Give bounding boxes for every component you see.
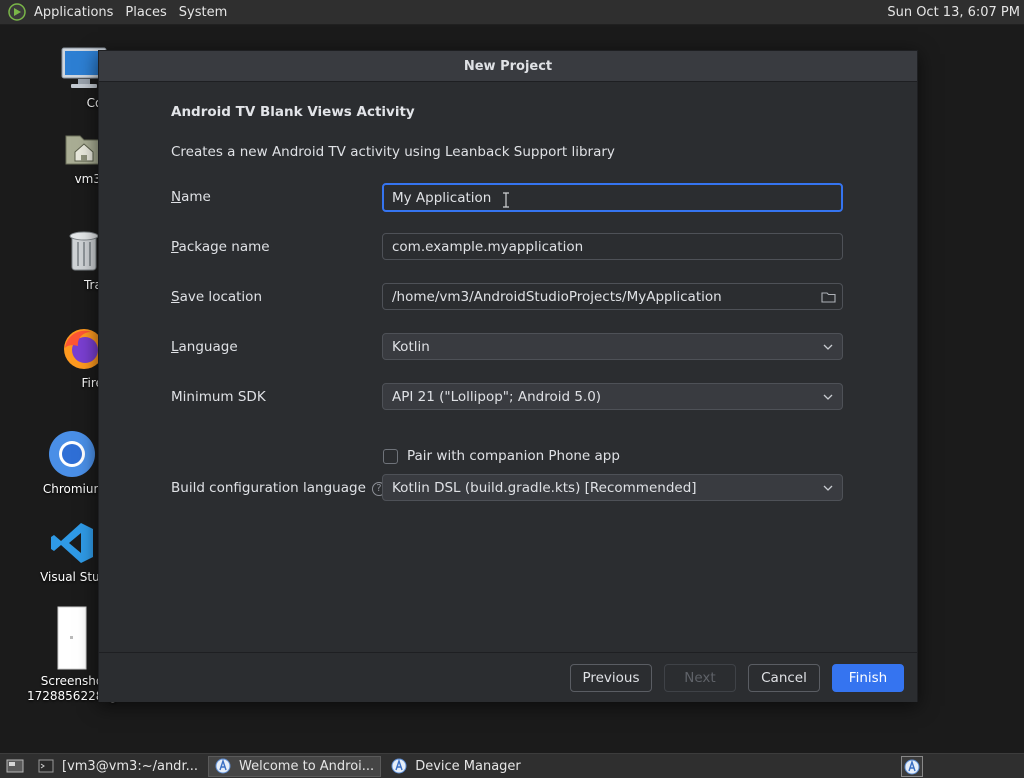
name-field[interactable]: My Application [382, 183, 843, 212]
next-button[interactable]: Next [664, 664, 736, 692]
taskbar-item-label: Device Manager [415, 758, 521, 774]
taskbar-item-device-manager[interactable]: Device Manager [385, 756, 527, 777]
folder-icon [820, 291, 836, 303]
activity-description: Creates a new Android TV activity using … [171, 144, 615, 160]
taskbar: [vm3@vm3:~/andr... Welcome to Androi... … [0, 753, 1024, 778]
desktop-icon-label-part: 1728856228 [27, 689, 104, 703]
dialog-body: Android TV Blank Views Activity Creates … [99, 82, 917, 652]
package-name-value: com.example.myapplication [392, 238, 584, 255]
chevron-down-icon [823, 485, 833, 491]
save-location-field[interactable]: /home/vm3/AndroidStudioProjects/MyApplic… [382, 283, 843, 310]
companion-app-label: Pair with companion Phone app [407, 448, 620, 464]
applications-logo-icon[interactable] [8, 3, 26, 21]
taskbar-item-android-studio-welcome[interactable]: Welcome to Androi... [208, 755, 382, 777]
minimum-sdk-label: Minimum SDK [171, 389, 266, 405]
panel-menu: Applications Places System [0, 0, 233, 24]
top-panel: Applications Places System Sun Oct 13, 6… [0, 0, 1024, 25]
build-config-dropdown[interactable]: Kotlin DSL (build.gradle.kts) [Recommend… [382, 474, 843, 501]
language-label: Language [171, 339, 238, 355]
build-config-label-text: Build configuration language [171, 480, 366, 496]
package-name-label-text: ackage name [178, 239, 270, 255]
system-menu[interactable]: System [173, 0, 233, 24]
image-file-icon [57, 606, 87, 670]
build-config-value: Kotlin DSL (build.gradle.kts) [Recommend… [392, 479, 697, 496]
new-project-dialog: New Project Android TV Blank Views Activ… [98, 50, 918, 702]
activity-title: Android TV Blank Views Activity [171, 104, 415, 120]
show-desktop-icon[interactable] [6, 758, 24, 774]
text-cursor-icon [503, 192, 509, 208]
language-label-mnemonic: L [171, 339, 179, 355]
taskbar-item-terminal[interactable]: [vm3@vm3:~/andr... [32, 756, 204, 777]
android-studio-icon [391, 758, 407, 774]
companion-app-checkbox[interactable] [383, 448, 398, 464]
dialog-title: New Project [463, 58, 553, 74]
language-dropdown[interactable]: Kotlin [382, 333, 843, 360]
chromium-icon [49, 431, 95, 477]
language-label-text: anguage [178, 339, 238, 355]
package-name-field[interactable]: com.example.myapplication [382, 233, 843, 260]
terminal-icon [38, 759, 54, 773]
dialog-titlebar[interactable]: New Project [99, 51, 917, 82]
vscode-icon [51, 523, 93, 563]
previous-button[interactable]: Previous [570, 664, 652, 692]
name-label: Name [171, 189, 211, 205]
language-dropdown-arrow[interactable] [814, 334, 842, 359]
save-location-label: Save location [171, 289, 262, 305]
save-location-value: /home/vm3/AndroidStudioProjects/MyApplic… [392, 288, 722, 305]
applications-menu[interactable]: Applications [28, 0, 119, 24]
clock[interactable]: Sun Oct 13, 6:07 PM [887, 5, 1024, 20]
minimum-sdk-dropdown[interactable]: API 21 ("Lollipop"; Android 5.0) [382, 383, 843, 410]
save-location-label-mnemonic: S [171, 289, 180, 305]
minimum-sdk-value: API 21 ("Lollipop"; Android 5.0) [392, 388, 602, 405]
taskbar-item-label: [vm3@vm3:~/andr... [62, 758, 198, 774]
chevron-down-icon [823, 394, 833, 400]
name-label-mnemonic: N [171, 189, 182, 205]
places-menu[interactable]: Places [119, 0, 172, 24]
finish-button[interactable]: Finish [832, 664, 904, 692]
companion-app-row[interactable]: Pair with companion Phone app [383, 448, 620, 464]
android-studio-icon [215, 758, 231, 774]
browse-folder-button[interactable] [814, 284, 842, 309]
cancel-button[interactable]: Cancel [748, 664, 820, 692]
chevron-down-icon [823, 344, 833, 350]
build-config-dropdown-arrow[interactable] [814, 475, 842, 500]
tray-android-studio-icon[interactable] [901, 756, 923, 777]
dialog-footer: Previous Next Cancel Finish [99, 652, 917, 702]
minimum-sdk-dropdown-arrow[interactable] [814, 384, 842, 409]
trash-icon [69, 231, 99, 271]
package-name-label-mnemonic: P [171, 239, 179, 255]
android-studio-icon [904, 759, 920, 774]
build-config-label: Build configuration language? [171, 480, 386, 496]
save-location-label-text: ave location [179, 289, 263, 305]
name-field-value: My Application [392, 189, 492, 206]
taskbar-item-label: Welcome to Androi... [239, 758, 375, 774]
language-value: Kotlin [392, 338, 430, 355]
name-label-text: ame [181, 189, 211, 205]
package-name-label: Package name [171, 239, 270, 255]
